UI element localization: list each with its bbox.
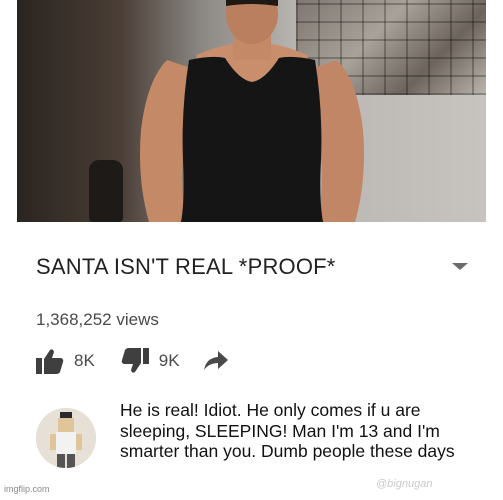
like-button[interactable]: 8K	[36, 348, 95, 374]
watermark-imgflip: imgflip.com	[4, 484, 50, 494]
thumbs-down-icon	[121, 348, 149, 373]
dislike-button[interactable]: 9K	[121, 348, 180, 374]
comment-text: He is real! Idiot. He only comes if u ar…	[120, 400, 455, 461]
dislike-count: 9K	[158, 351, 180, 370]
watermark-user: @bignugan	[376, 478, 433, 490]
video-thumbnail[interactable]	[17, 0, 486, 222]
chevron-down-icon[interactable]	[452, 263, 468, 270]
view-count: 1,368,252 views	[36, 310, 159, 329]
guitar-image	[89, 160, 123, 222]
video-title: SANTA ISN'T REAL *PROOF*	[36, 254, 336, 279]
thumbs-up-icon	[36, 349, 64, 374]
share-button[interactable]	[203, 351, 228, 371]
avatar[interactable]	[36, 408, 96, 468]
person-image	[140, 0, 364, 222]
action-bar: 8K 9K	[36, 347, 228, 375]
like-count: 8K	[74, 351, 95, 370]
avatar-image	[36, 408, 96, 468]
share-arrow-icon	[203, 351, 228, 370]
